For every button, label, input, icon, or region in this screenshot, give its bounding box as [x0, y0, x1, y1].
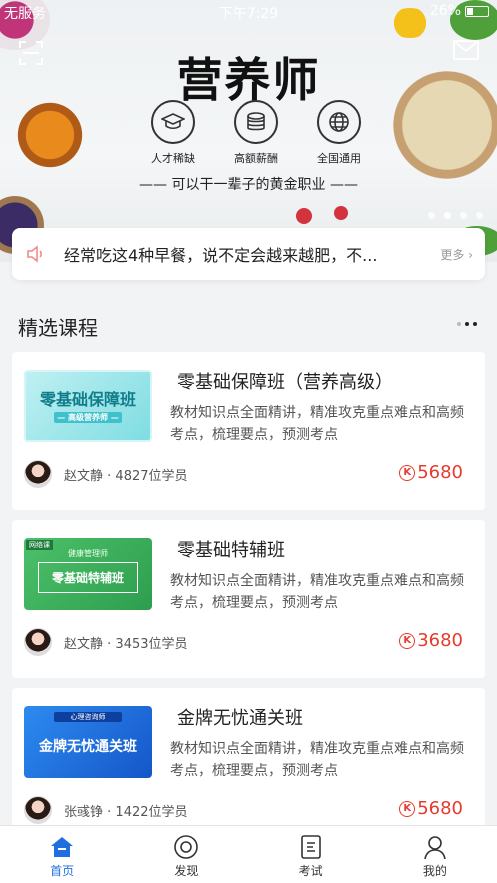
feature-label: 全国通用 — [317, 152, 361, 165]
teacher-info: 张彧铮 · 1422位学员 — [64, 805, 188, 820]
course-description: 教材知识点全面精讲，精准攻克重点难点和高频考点，梳理要点，预测考点 — [170, 741, 464, 779]
compass-icon — [174, 835, 199, 859]
course-title[interactable]: 金牌无忧通关班 — [177, 704, 303, 730]
thumb-subtitle: 健康管理师 — [68, 549, 108, 558]
course-price: K 3680 — [399, 630, 463, 651]
battery-indicator: 26% — [430, 3, 489, 19]
teacher-name: 张彧铮 — [64, 805, 104, 820]
globe-icon — [317, 100, 361, 144]
teacher-avatar — [24, 628, 52, 656]
student-count: 1422位学员 — [115, 805, 188, 820]
course-card[interactable]: 零基础保障班 — 高级营养师 — 零基础保障班（营养高级） 教材知识点全面精讲，… — [12, 352, 485, 510]
carrier-text: 无服务 — [4, 6, 46, 22]
tab-home[interactable]: 首页 — [0, 826, 124, 883]
thumb-title: 零基础保障班 — [39, 390, 136, 409]
thumb-subtitle: — 高级营养师 — — [54, 412, 122, 423]
tab-exam[interactable]: 考试 — [249, 826, 373, 883]
course-price: K 5680 — [399, 798, 463, 819]
carousel-dot[interactable] — [460, 212, 467, 219]
status-bar: 无服务 下午7:29 26% — [0, 0, 497, 24]
section-more-dots-icon[interactable] — [457, 322, 477, 326]
graduation-cap-icon — [151, 100, 195, 144]
student-count: 4827位学员 — [115, 469, 188, 484]
course-description: 教材知识点全面精讲，精准攻克重点难点和高频考点，梳理要点，预测考点 — [170, 405, 464, 443]
tab-label: 发现 — [174, 864, 199, 878]
tab-label: 首页 — [50, 864, 75, 878]
exam-icon — [300, 835, 321, 859]
news-ticker[interactable]: 经常吃这4种早餐，说不定会越来越肥，不... 更多 › — [12, 228, 485, 280]
carousel-dot[interactable] — [428, 212, 435, 219]
course-card[interactable]: 心理咨询师 金牌无忧通关班 金牌无忧通关班 教材知识点全面精讲，精准攻克重点难点… — [12, 688, 485, 846]
feature-salary: 高额薪酬 — [221, 100, 291, 166]
price-value: 3680 — [417, 630, 463, 651]
banner-features: 人才稀缺 高额薪酬 全国通用 — [138, 100, 374, 166]
thumb-title: 金牌无忧通关班 — [39, 739, 137, 755]
course-thumbnail: 网络课 健康管理师 零基础特辅班 — [24, 538, 152, 610]
feature-talent: 人才稀缺 — [138, 100, 208, 166]
course-title[interactable]: 零基础特辅班 — [177, 536, 285, 562]
carousel-dots[interactable] — [428, 212, 483, 219]
teacher-avatar — [24, 460, 52, 488]
price-value: 5680 — [417, 462, 463, 483]
course-thumbnail: 零基础保障班 — 高级营养师 — — [24, 370, 152, 442]
teacher-avatar — [24, 796, 52, 824]
course-thumbnail: 心理咨询师 金牌无忧通关班 — [24, 706, 152, 778]
thumb-subtitle: 心理咨询师 — [54, 712, 122, 722]
coins-icon — [234, 100, 278, 144]
speaker-icon — [27, 245, 42, 263]
course-price: K 5680 — [399, 462, 463, 483]
teacher-name: 赵文静 — [64, 469, 104, 484]
student-count: 3453位学员 — [115, 637, 188, 652]
price-value: 5680 — [417, 798, 463, 819]
coin-icon: K — [399, 464, 416, 481]
battery-icon — [465, 5, 489, 17]
feature-label: 高额薪酬 — [234, 152, 278, 165]
tab-label: 考试 — [298, 864, 323, 878]
section-title: 精选课程 — [18, 316, 98, 340]
coin-icon: K — [399, 800, 416, 817]
teacher-name: 赵文静 — [64, 637, 104, 652]
thumb-title: 零基础特辅班 — [38, 562, 138, 593]
user-icon — [424, 836, 446, 860]
banner-slogan: —— 可以干一辈子的黄金职业 —— — [139, 177, 358, 193]
more-link[interactable]: 更多 › — [440, 246, 473, 263]
decor-nuts-spoon — [10, 100, 90, 170]
home-icon — [51, 837, 74, 857]
feature-label: 人才稀缺 — [151, 152, 195, 165]
bottom-tab-bar: 首页 发现 考试 我的 — [0, 825, 497, 883]
battery-percent: 26% — [429, 3, 461, 19]
course-description: 教材知识点全面精讲，精准攻克重点难点和高频考点，梳理要点，预测考点 — [170, 573, 464, 611]
tab-label: 我的 — [422, 864, 447, 878]
decor-raspberry — [334, 206, 348, 220]
tab-discover[interactable]: 发现 — [124, 826, 248, 883]
course-card[interactable]: 网络课 健康管理师 零基础特辅班 零基础特辅班 教材知识点全面精讲，精准攻克重点… — [12, 520, 485, 678]
news-headline[interactable]: 经常吃这4种早餐，说不定会越来越肥，不... — [64, 242, 404, 266]
teacher-info: 赵文静 · 3453位学员 — [64, 637, 188, 652]
carousel-dot[interactable] — [476, 212, 483, 219]
hero-banner[interactable]: 无服务 下午7:29 26% 营养师 人才稀缺 高额薪酬 全国通用 —— 可以干… — [0, 0, 497, 262]
coin-icon: K — [399, 632, 416, 649]
course-title[interactable]: 零基础保障班（营养高级） — [177, 368, 393, 394]
clock-text: 下午7:29 — [218, 6, 279, 22]
teacher-info: 赵文静 · 4827位学员 — [64, 469, 188, 484]
carousel-dot-active[interactable] — [444, 212, 451, 219]
decor-raspberry — [296, 208, 312, 224]
tab-mine[interactable]: 我的 — [373, 826, 497, 883]
feature-national: 全国通用 — [304, 100, 374, 166]
